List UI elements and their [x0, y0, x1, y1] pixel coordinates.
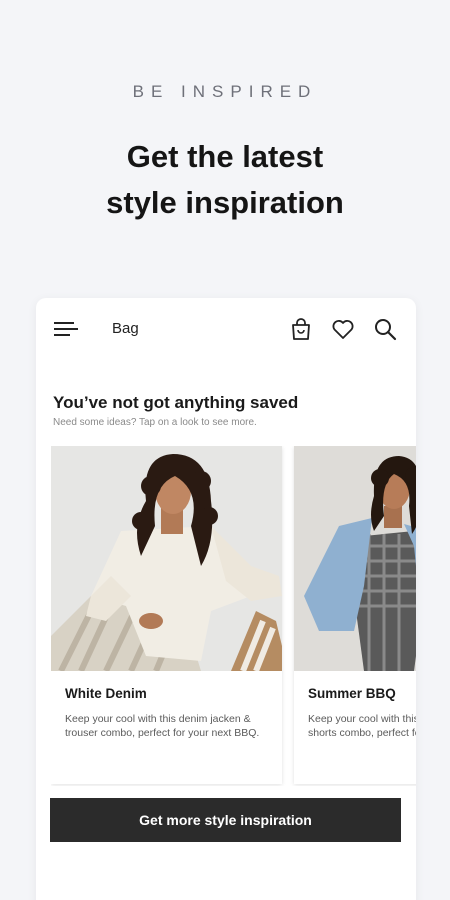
app-topbar: Bag: [36, 312, 416, 346]
look-image-summer-bbq: [294, 446, 416, 671]
look-image-white-denim: [51, 446, 282, 671]
look-card-white-denim[interactable]: White Denim Keep your cool with this den…: [51, 446, 282, 784]
get-more-inspiration-button[interactable]: Get more style inspiration: [50, 798, 401, 842]
menu-icon[interactable]: [54, 318, 78, 340]
look-title: White Denim: [65, 686, 147, 701]
hero-headline-line2: style inspiration: [106, 185, 344, 220]
heart-icon[interactable]: [330, 316, 356, 342]
search-icon[interactable]: [372, 316, 398, 342]
hero-eyebrow: BE INSPIRED: [132, 82, 318, 101]
hero-headline: Get the latest style inspiration: [0, 134, 450, 226]
page-title: Bag: [112, 320, 139, 337]
shopping-bag-icon[interactable]: [288, 316, 314, 342]
look-card-summer-bbq[interactable]: Summer BBQ Keep your cool with this deni…: [294, 446, 416, 784]
look-description: Keep your cool with this denim jacket & …: [308, 713, 416, 739]
app-preview-screen: Bag You’ve not got anything saved Need s…: [36, 298, 416, 900]
hero-headline-line1: Get the latest: [126, 139, 324, 174]
look-title: Summer BBQ: [308, 686, 396, 701]
empty-state-title: You’ve not got anything saved: [53, 393, 299, 412]
empty-state-subtitle: Need some ideas? Tap on a look to see mo…: [53, 417, 257, 428]
looks-carousel[interactable]: White Denim Keep your cool with this den…: [51, 446, 416, 786]
look-description: Keep your cool with this denim jacken & …: [65, 713, 260, 739]
